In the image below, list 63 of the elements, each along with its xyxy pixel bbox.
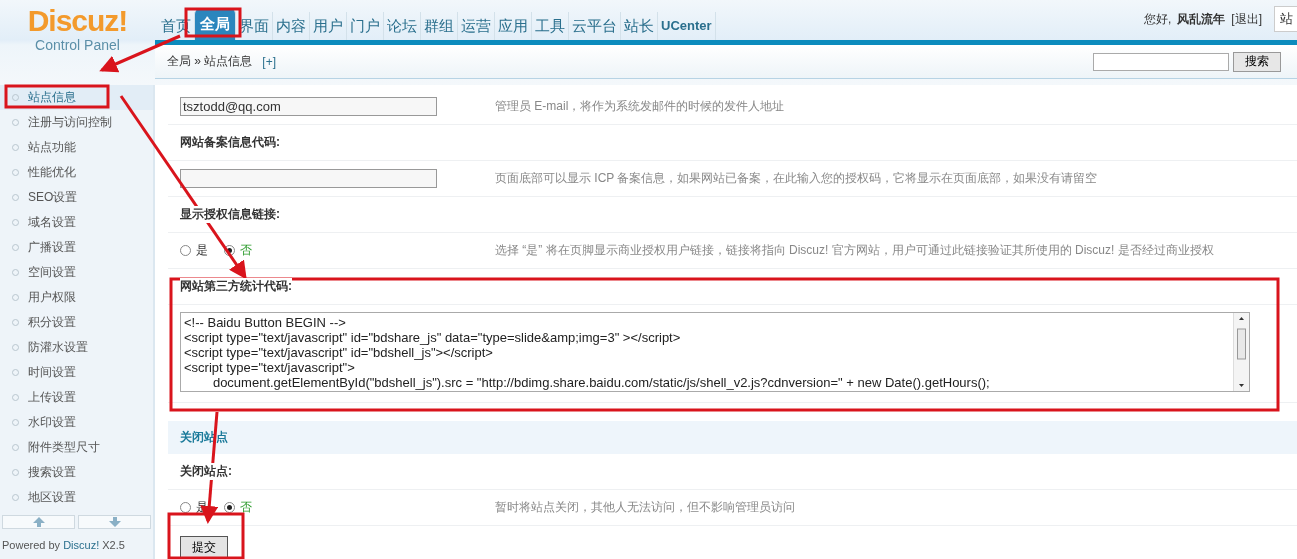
sidebar-item[interactable]: 水印设置 (0, 410, 153, 435)
radio-label[interactable]: 否 (240, 499, 252, 516)
nav-tab[interactable]: UCenter (658, 12, 716, 40)
setting-label: 关闭站点: (180, 463, 232, 480)
sidebar-item[interactable]: 站点功能 (0, 135, 153, 160)
radio-button[interactable] (180, 502, 191, 513)
sidebar-item[interactable]: 注册与访问控制 (0, 110, 153, 135)
setting-label: 网站备案信息代码: (180, 134, 280, 151)
nav-tab[interactable]: 站长 (621, 12, 658, 40)
field-hint: 页面底部可以显示 ICP 备案信息，如果网站已备案，在此输入您的授权码，它将显示在页面底部，如果没有请留空 (495, 170, 1098, 187)
down-arrow-icon (108, 517, 121, 527)
sidebar-item[interactable]: 时间设置 (0, 360, 153, 385)
sidebar-item[interactable]: 用户权限 (0, 285, 153, 310)
text-field[interactable] (180, 169, 437, 188)
site-button[interactable]: 站 (1274, 6, 1297, 32)
nav-tab[interactable]: 门户 (347, 12, 384, 40)
setting-label: 网站第三方统计代码: (180, 278, 292, 295)
sidebar-item[interactable]: 广播设置 (0, 235, 153, 260)
nav-tab[interactable]: 运营 (458, 12, 495, 40)
sidebar-item[interactable]: SEO设置 (0, 185, 153, 210)
field-hint: 管理员 E-mail，将作为系统发邮件的时候的发件人地址 (495, 98, 785, 115)
scroll-down-button[interactable] (78, 515, 151, 529)
submit-button[interactable]: 提交 (180, 536, 228, 558)
radio-label[interactable]: 否 (240, 242, 252, 259)
logout-link[interactable]: [退出] (1231, 10, 1262, 28)
nav-tab[interactable]: 用户 (310, 12, 347, 40)
sidebar-item[interactable]: 防灌水设置 (0, 335, 153, 360)
scrollbar[interactable] (1233, 313, 1249, 391)
nav-tab[interactable]: 群组 (421, 12, 458, 40)
radio-button[interactable] (224, 502, 235, 513)
radio-button[interactable] (180, 245, 191, 256)
search-field[interactable] (1093, 52, 1229, 71)
sidebar-item[interactable]: 地区设置 (0, 485, 153, 510)
code-field[interactable]: <!-- Baidu Button BEGIN --> <script type="text/javascript" id="bdshare_js" data="type=slide&amp;img=3" ></script> <script type="text/javascript" id="bdshell_js"></script> <script type="text/javascript"> document.getElementById("bdshell_js").src = "http://bdimg.share.baidu.com/static/js/shell_v2.js?cdnversion=" + new Date().getHours(); (180, 312, 1250, 392)
scroll-up-button[interactable] (2, 515, 75, 529)
field-hint: 暂时将站点关闭，其他人无法访问，但不影响管理员访问 (495, 499, 795, 516)
sidebar-item[interactable]: 搜索设置 (0, 460, 153, 485)
greeting: 您好, (1144, 10, 1172, 28)
sidebar-item[interactable]: 积分设置 (0, 310, 153, 335)
logo: Discuz! (27, 6, 128, 36)
search-button[interactable]: 搜索 (1233, 51, 1281, 72)
sidebar-item[interactable]: 上传设置 (0, 385, 153, 410)
breadcrumb: 全局 » 站点信息 (167, 53, 253, 70)
sidebar-item[interactable]: 域名设置 (0, 210, 153, 235)
nav-tab[interactable]: 内容 (273, 12, 310, 40)
field-hint: 选择 “是” 将在页脚显示商业授权用户链接，链接将指向 Discuz! 官方网站，用户可通过此链接验证其所使用的 Discuz! 是否经过商业授权 (495, 242, 1214, 259)
footer-link[interactable]: Discuz! (63, 539, 100, 551)
nav-tab[interactable]: 云平台 (569, 12, 621, 40)
up-arrow-icon (32, 517, 45, 527)
sidebar-item[interactable]: 附件类型尺寸 (0, 435, 153, 460)
sidebar-item[interactable]: 空间设置 (0, 260, 153, 285)
setting-label: 显示授权信息链接: (180, 206, 280, 223)
add-link[interactable]: [+] (262, 54, 277, 69)
footer-text: Powered by (2, 539, 61, 551)
logo-subtitle: Control Panel (35, 36, 120, 54)
nav-tab[interactable]: 论坛 (384, 12, 421, 40)
sidebar-item[interactable]: 性能优化 (0, 160, 153, 185)
text-field[interactable]: tsztodd@qq.com (180, 97, 437, 116)
radio-label[interactable]: 是 (196, 242, 208, 259)
version-text: X2.5 (102, 539, 125, 551)
nav-tab[interactable]: 应用 (495, 12, 532, 40)
nav-tab[interactable]: 工具 (532, 12, 569, 40)
user-name: 风乱流年 (1177, 10, 1226, 28)
